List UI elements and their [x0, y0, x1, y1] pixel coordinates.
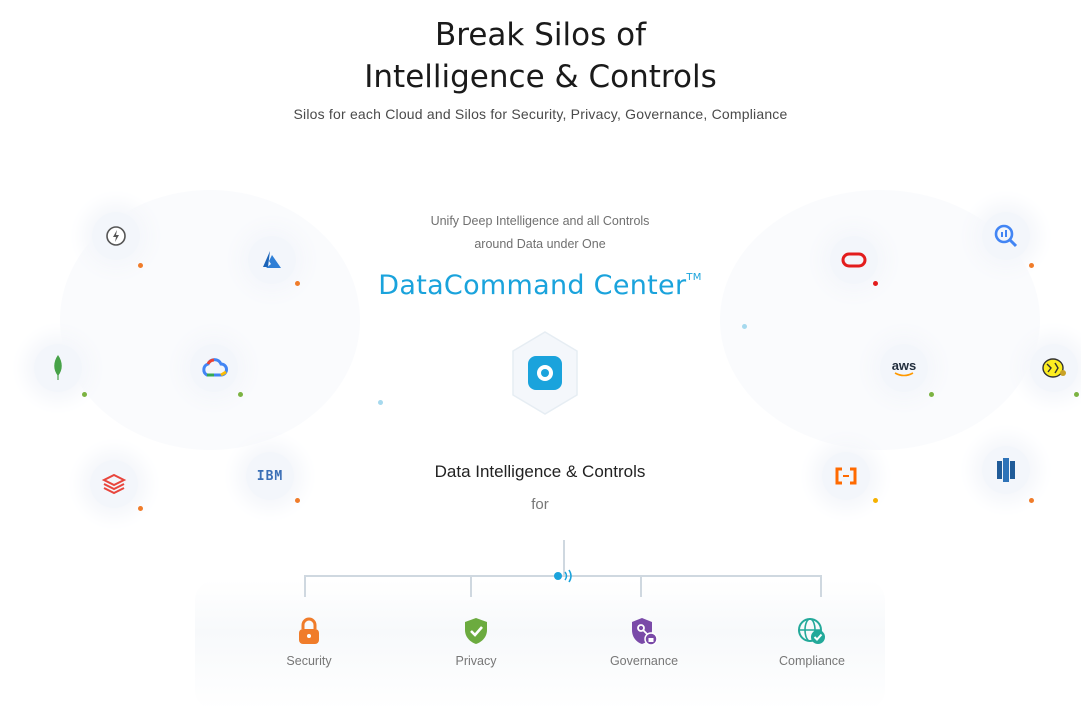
connector-line [470, 575, 472, 597]
connector-dot [1029, 498, 1034, 503]
category-privacy[interactable]: Privacy [406, 616, 546, 668]
category-label: Governance [609, 654, 679, 668]
alibaba-cloud-icon [822, 452, 870, 500]
connector-dot [138, 506, 143, 511]
category-security[interactable]: Security [239, 616, 379, 668]
category-label: Security [286, 654, 332, 668]
snowflake-power-icon [92, 212, 140, 260]
category-governance[interactable]: Governance [574, 616, 714, 668]
category-label: Compliance [778, 654, 845, 668]
unify-line2: around Data under One [474, 237, 606, 251]
shield-check-icon [465, 618, 487, 644]
lock-icon [299, 617, 319, 644]
decorative-dot [378, 400, 383, 405]
connector-dot [238, 392, 243, 397]
google-cloud-icon [190, 344, 238, 392]
connector-dot [82, 392, 87, 397]
category-label: Privacy [455, 654, 497, 668]
connector-dot [138, 263, 143, 268]
connector-dot [873, 498, 878, 503]
connector-dot [295, 498, 300, 503]
azure-icon [248, 236, 296, 284]
connector-line [640, 575, 642, 597]
decorative-dot [742, 324, 747, 329]
product-name: DataCommand CenterTM [378, 270, 702, 301]
mongodb-icon [34, 344, 82, 392]
category-compliance[interactable]: Compliance [742, 616, 882, 668]
connector-dot [873, 281, 878, 286]
page-title-line2: Intelligence & Controls [364, 59, 717, 95]
redshift-icon [982, 446, 1030, 494]
section-heading: Data Intelligence & Controls [434, 462, 646, 481]
globe-check-icon [798, 618, 825, 644]
bigquery-icon [982, 212, 1030, 260]
ibm-icon: IBM [246, 452, 294, 500]
datacommand-logo-icon [510, 330, 580, 421]
trademark-mark: TM [686, 272, 702, 283]
connector-dot [1029, 263, 1034, 268]
connector-dot [929, 392, 934, 397]
databricks-icon [90, 460, 138, 508]
page-subtitle: Silos for each Cloud and Silos for Secur… [293, 106, 788, 122]
oracle-icon [830, 236, 878, 284]
page-title-line1: Break Silos of [435, 17, 646, 53]
unify-line1: Unify Deep Intelligence and all Controls [430, 214, 650, 228]
signal-icon [552, 568, 576, 589]
hive-icon [1030, 344, 1078, 392]
connector-dot [295, 281, 300, 286]
for-label: for [531, 496, 549, 513]
aws-icon: aws [880, 344, 928, 392]
connector-dot [1074, 392, 1079, 397]
unify-text: Unify Deep Intelligence and all Controls… [340, 210, 740, 256]
connector-line [304, 575, 306, 597]
connector-line [820, 575, 822, 597]
governance-shield-icon [632, 618, 658, 646]
